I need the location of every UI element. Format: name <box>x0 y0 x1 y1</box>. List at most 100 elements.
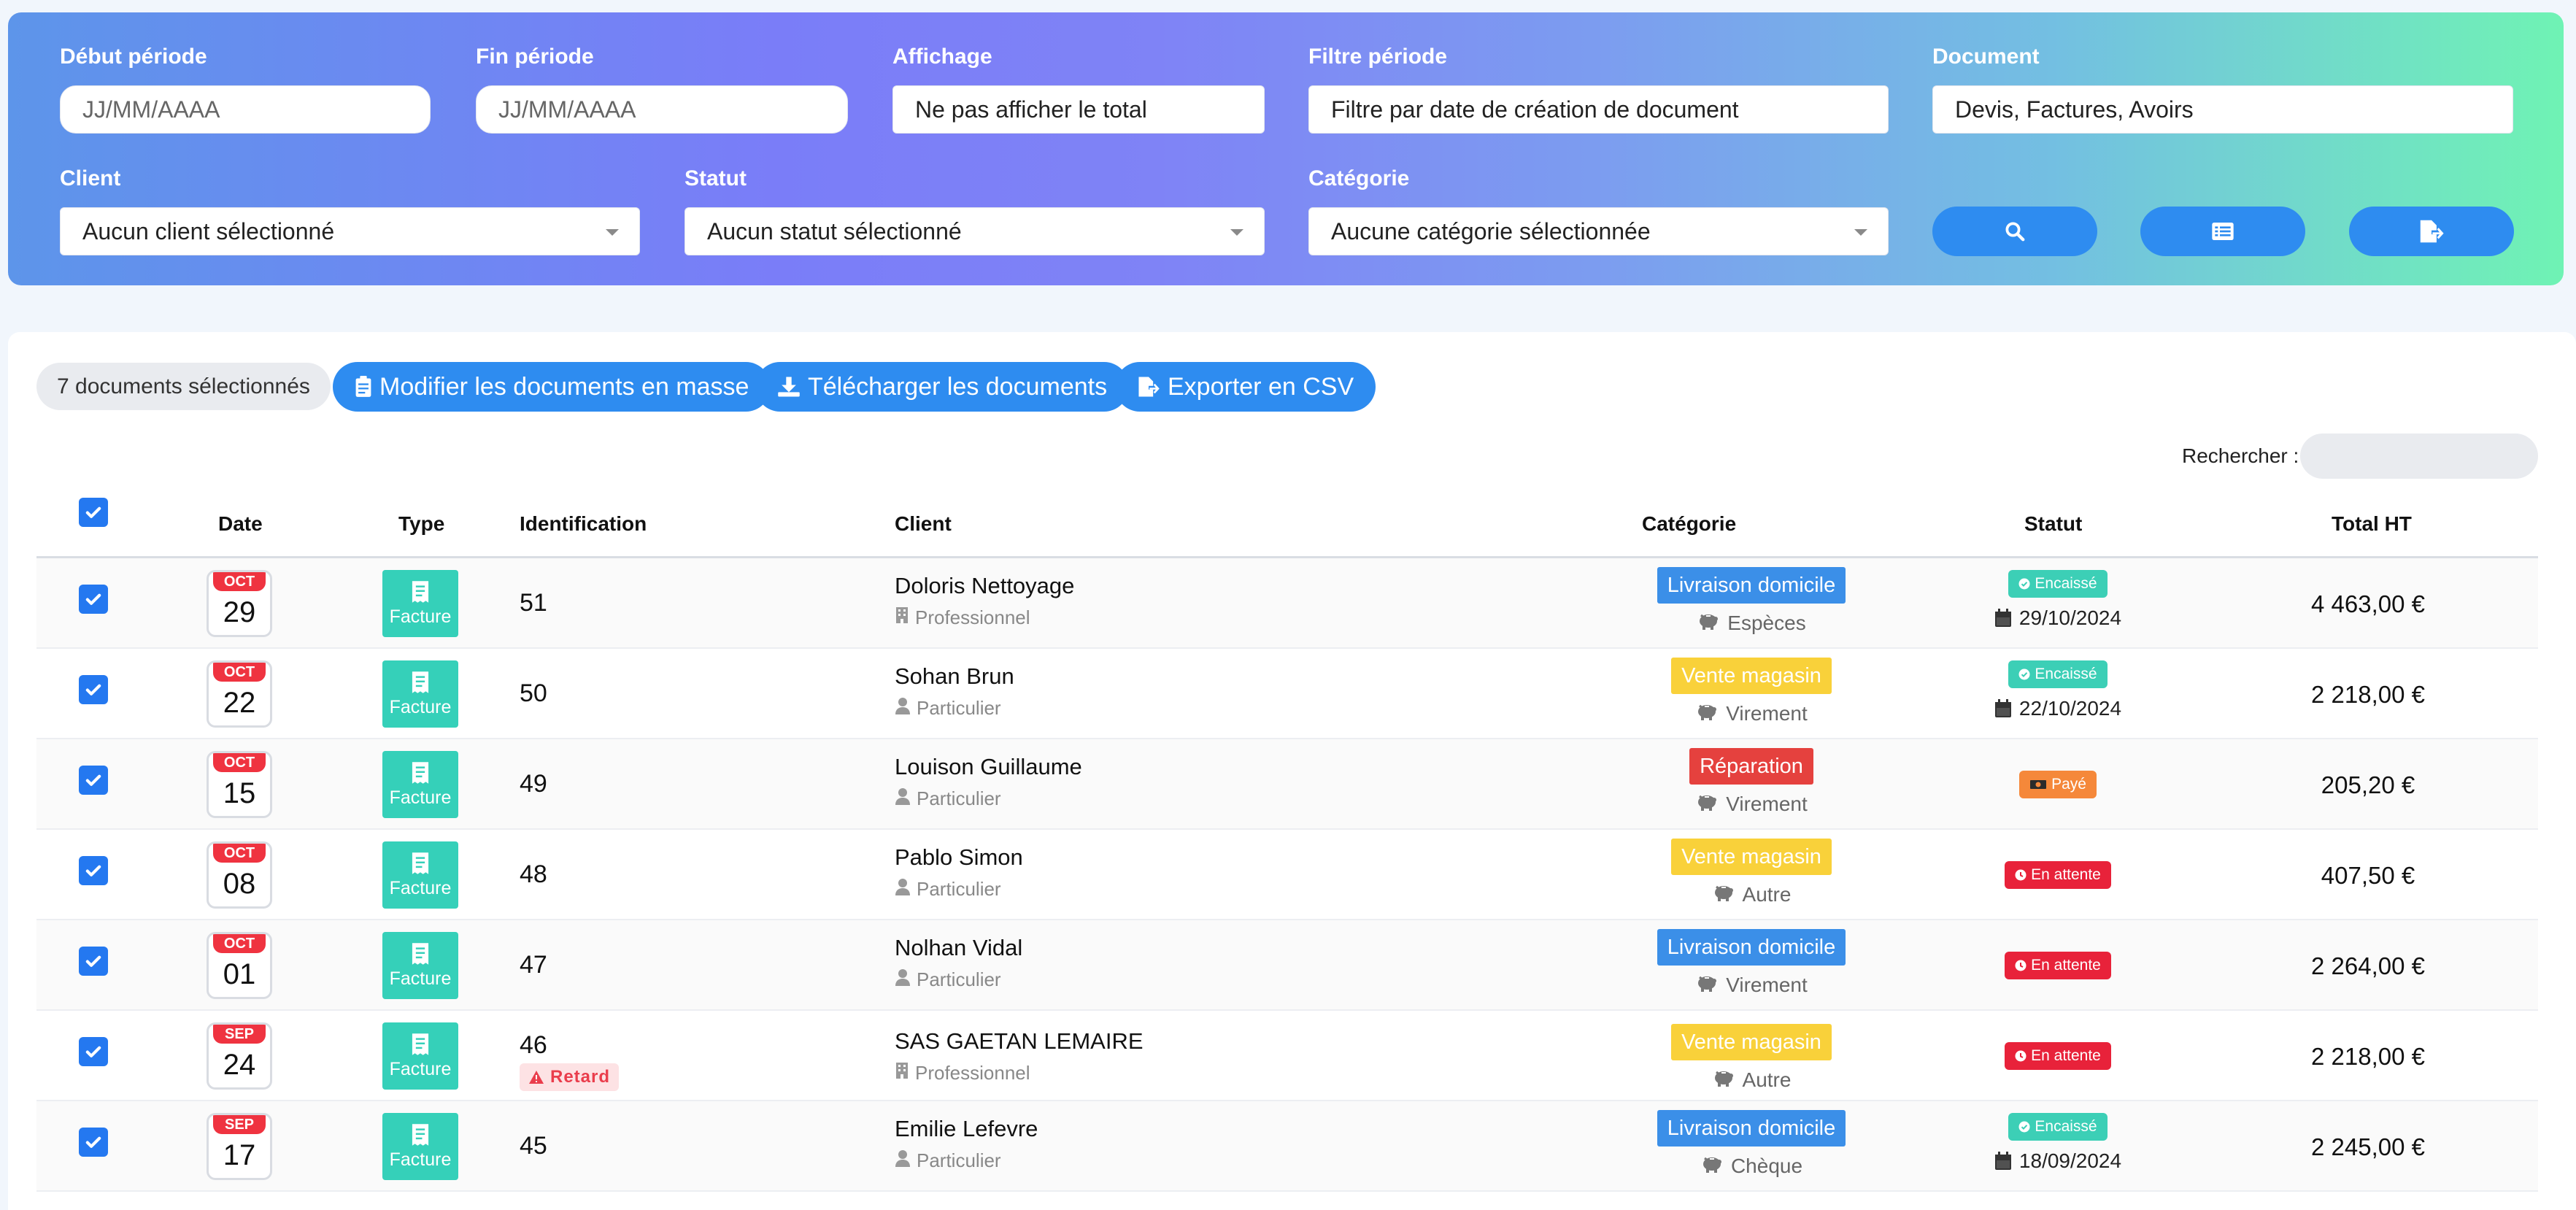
bulk-edit-button[interactable]: Modifier les documents en masse <box>333 362 771 412</box>
client-type-label: Particulier <box>917 787 1001 809</box>
document-label: Document <box>1932 45 2040 69</box>
search-icon <box>2005 222 2025 242</box>
download-icon <box>778 377 800 397</box>
document-id[interactable]: 46 <box>520 1031 547 1060</box>
row-checkbox[interactable] <box>79 585 108 614</box>
header-total[interactable]: Total HT <box>2332 512 2412 536</box>
document-select[interactable]: Devis, Factures, Avoirs <box>1932 85 2513 134</box>
row-checkbox[interactable] <box>79 1037 108 1066</box>
date-day: 24 <box>223 1049 256 1081</box>
type-label: Facture <box>389 1058 452 1079</box>
client-type-label: Professionnel <box>915 1062 1030 1084</box>
table-row[interactable]: OCT 15 Facture 49 Louison Guillaume Part… <box>36 739 2538 830</box>
list-view-button[interactable] <box>2140 207 2305 256</box>
row-checkbox[interactable] <box>79 1128 108 1157</box>
search-button[interactable] <box>1932 207 2097 256</box>
table-row[interactable]: SEP 17 Facture 45 Emilie Lefevre Particu… <box>36 1101 2538 1192</box>
row-checkbox[interactable] <box>79 675 108 704</box>
client-name[interactable]: Doloris Nettoyage <box>895 573 1074 599</box>
type-label: Facture <box>389 968 452 989</box>
money-icon <box>2029 779 2047 790</box>
table-row[interactable]: OCT 01 Facture 47 Nolhan Vidal Particuli… <box>36 920 2538 1011</box>
status-label: En attente <box>2031 957 2101 974</box>
end-date-input[interactable]: JJ/MM/AAAA <box>476 85 848 134</box>
row-checkbox[interactable] <box>79 947 108 976</box>
payment-method-label: Espèces <box>1727 611 1806 634</box>
start-date-input[interactable]: JJ/MM/AAAA <box>60 85 431 134</box>
date-month: OCT <box>213 753 266 772</box>
category-badge: Livraison domicile <box>1657 1110 1846 1147</box>
document-id[interactable]: 48 <box>520 860 547 889</box>
document-id[interactable]: 49 <box>520 770 547 798</box>
check-circle-icon <box>2018 578 2030 590</box>
client-type-label: Particulier <box>917 1149 1001 1171</box>
receipt-icon <box>412 942 429 965</box>
header-date[interactable]: Date <box>218 512 263 536</box>
payment-method: Virement <box>1695 701 1808 725</box>
total-ht: 2 245,00 € <box>2311 1133 2425 1160</box>
date-month: OCT <box>213 663 266 682</box>
document-id[interactable]: 50 <box>520 679 547 708</box>
type-label: Facture <box>389 606 452 627</box>
export-csv-button[interactable]: Exporter en CSV <box>1115 362 1376 412</box>
category-select[interactable]: Aucune catégorie sélectionnée <box>1308 207 1889 255</box>
client-name[interactable]: Louison Guillaume <box>895 754 1082 780</box>
header-client[interactable]: Client <box>895 512 952 536</box>
header-identification[interactable]: Identification <box>520 512 647 536</box>
select-all-checkbox[interactable] <box>79 498 108 527</box>
category-badge: Livraison domicile <box>1657 929 1846 966</box>
table-row[interactable]: OCT 22 Facture 50 Sohan Brun Particulier… <box>36 649 2538 739</box>
piggy-bank-icon <box>1695 973 1719 997</box>
warning-icon <box>529 1071 544 1084</box>
export-file-button[interactable] <box>2349 207 2514 256</box>
check-circle-icon <box>2018 1121 2030 1133</box>
table-row[interactable]: OCT 29 Facture 51 Doloris Nettoyage Prof… <box>36 558 2538 649</box>
header-status[interactable]: Statut <box>2024 512 2082 536</box>
document-id[interactable]: 47 <box>520 951 547 979</box>
header-type[interactable]: Type <box>398 512 444 536</box>
status-badge: Encaissé <box>2008 1113 2108 1141</box>
status-select[interactable]: Aucun statut sélectionné <box>685 207 1265 255</box>
client-name[interactable]: Emilie Lefevre <box>895 1116 1038 1142</box>
display-select[interactable]: Ne pas afficher le total <box>892 85 1265 134</box>
receipt-icon <box>412 580 429 603</box>
table-search-input[interactable] <box>2300 433 2538 479</box>
category-label: Catégorie <box>1308 166 1410 190</box>
chevron-down-icon <box>1854 229 1867 236</box>
piggy-bank-icon <box>1697 611 1720 635</box>
payment-method: Autre <box>1712 882 1791 906</box>
category-badge: Livraison domicile <box>1657 567 1846 604</box>
period-filter-select[interactable]: Filtre par date de création de document <box>1308 85 1889 134</box>
date-day: 08 <box>223 868 256 900</box>
row-checkbox[interactable] <box>79 856 108 885</box>
client-name[interactable]: Pablo Simon <box>895 844 1023 871</box>
export-csv-label: Exporter en CSV <box>1168 372 1354 401</box>
status-date: 18/09/2024 <box>1994 1149 2121 1173</box>
status-label: Encaissé <box>2035 666 2097 682</box>
check-icon <box>85 1046 101 1057</box>
check-icon <box>85 865 101 876</box>
status-badge: Payé <box>2019 771 2097 798</box>
header-category[interactable]: Catégorie <box>1642 512 1736 536</box>
bulk-edit-label: Modifier les documents en masse <box>379 372 749 401</box>
period-filter-label: Filtre période <box>1308 45 1448 69</box>
date-day: 29 <box>223 596 256 628</box>
type-label: Facture <box>389 696 452 717</box>
status-date-label: 18/09/2024 <box>2018 1149 2122 1172</box>
document-id[interactable]: 45 <box>520 1132 547 1160</box>
table-row[interactable]: SEP 24 Facture 46 Retard SAS GAETAN LEMA… <box>36 1011 2538 1101</box>
date-month: OCT <box>213 844 266 863</box>
table-header: Date Type Identification Client Catégori… <box>36 482 2538 558</box>
client-name[interactable]: Nolhan Vidal <box>895 935 1022 961</box>
client-name[interactable]: SAS GAETAN LEMAIRE <box>895 1028 1144 1055</box>
client-select[interactable]: Aucun client sélectionné <box>60 207 640 255</box>
payment-method-label: Chèque <box>1730 1154 1803 1177</box>
download-documents-button[interactable]: Télécharger les documents <box>755 362 1130 412</box>
document-id[interactable]: 51 <box>520 589 547 617</box>
client-type: Particulier <box>895 878 1001 901</box>
client-name[interactable]: Sohan Brun <box>895 663 1014 690</box>
payment-method: Autre <box>1712 1068 1791 1092</box>
type-badge: Facture <box>382 932 458 999</box>
row-checkbox[interactable] <box>79 766 108 795</box>
table-row[interactable]: OCT 08 Facture 48 Pablo Simon Particulie… <box>36 830 2538 920</box>
